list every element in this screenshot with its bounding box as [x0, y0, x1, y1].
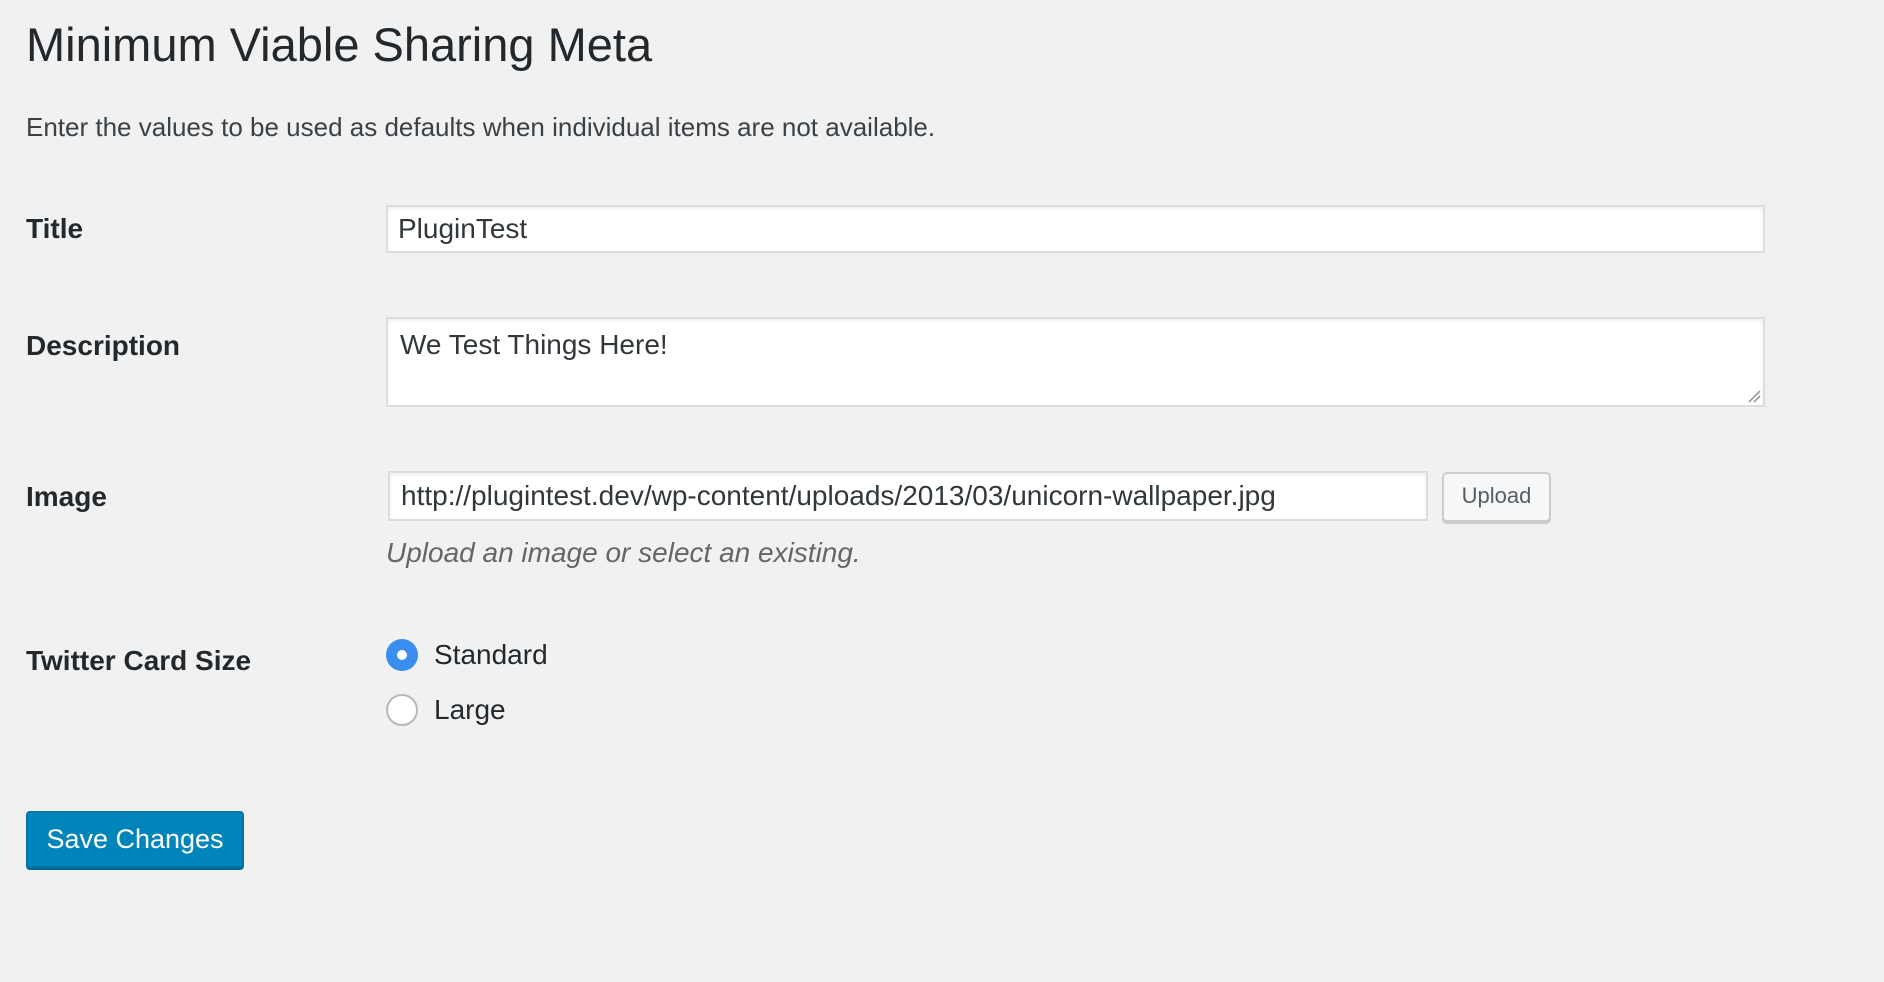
resize-grip-icon[interactable]	[1745, 387, 1761, 403]
radio-checked-icon[interactable]	[386, 639, 418, 671]
radio-label-large: Large	[434, 694, 506, 725]
description-value: We Test Things Here!	[400, 329, 668, 360]
page-title: Minimum Viable Sharing Meta	[26, 18, 653, 71]
twitter-card-size-label: Twitter Card Size	[26, 645, 252, 676]
settings-page: Minimum Viable Sharing Meta Enter the va…	[0, 0, 1884, 982]
image-help-text: Upload an image or select an existing.	[386, 537, 861, 568]
upload-button[interactable]: Upload	[1442, 472, 1551, 522]
page-intro: Enter the values to be used as defaults …	[26, 112, 936, 142]
image-url-input[interactable]	[388, 471, 1428, 521]
radio-label-standard: Standard	[434, 639, 548, 670]
image-label: Image	[26, 481, 107, 512]
description-label: Description	[26, 330, 181, 361]
radio-unchecked-icon[interactable]	[386, 694, 418, 726]
title-input[interactable]	[386, 205, 1765, 253]
title-label: Title	[26, 213, 84, 244]
description-textarea[interactable]: We Test Things Here!	[386, 317, 1765, 407]
save-changes-button[interactable]: Save Changes	[26, 811, 244, 868]
